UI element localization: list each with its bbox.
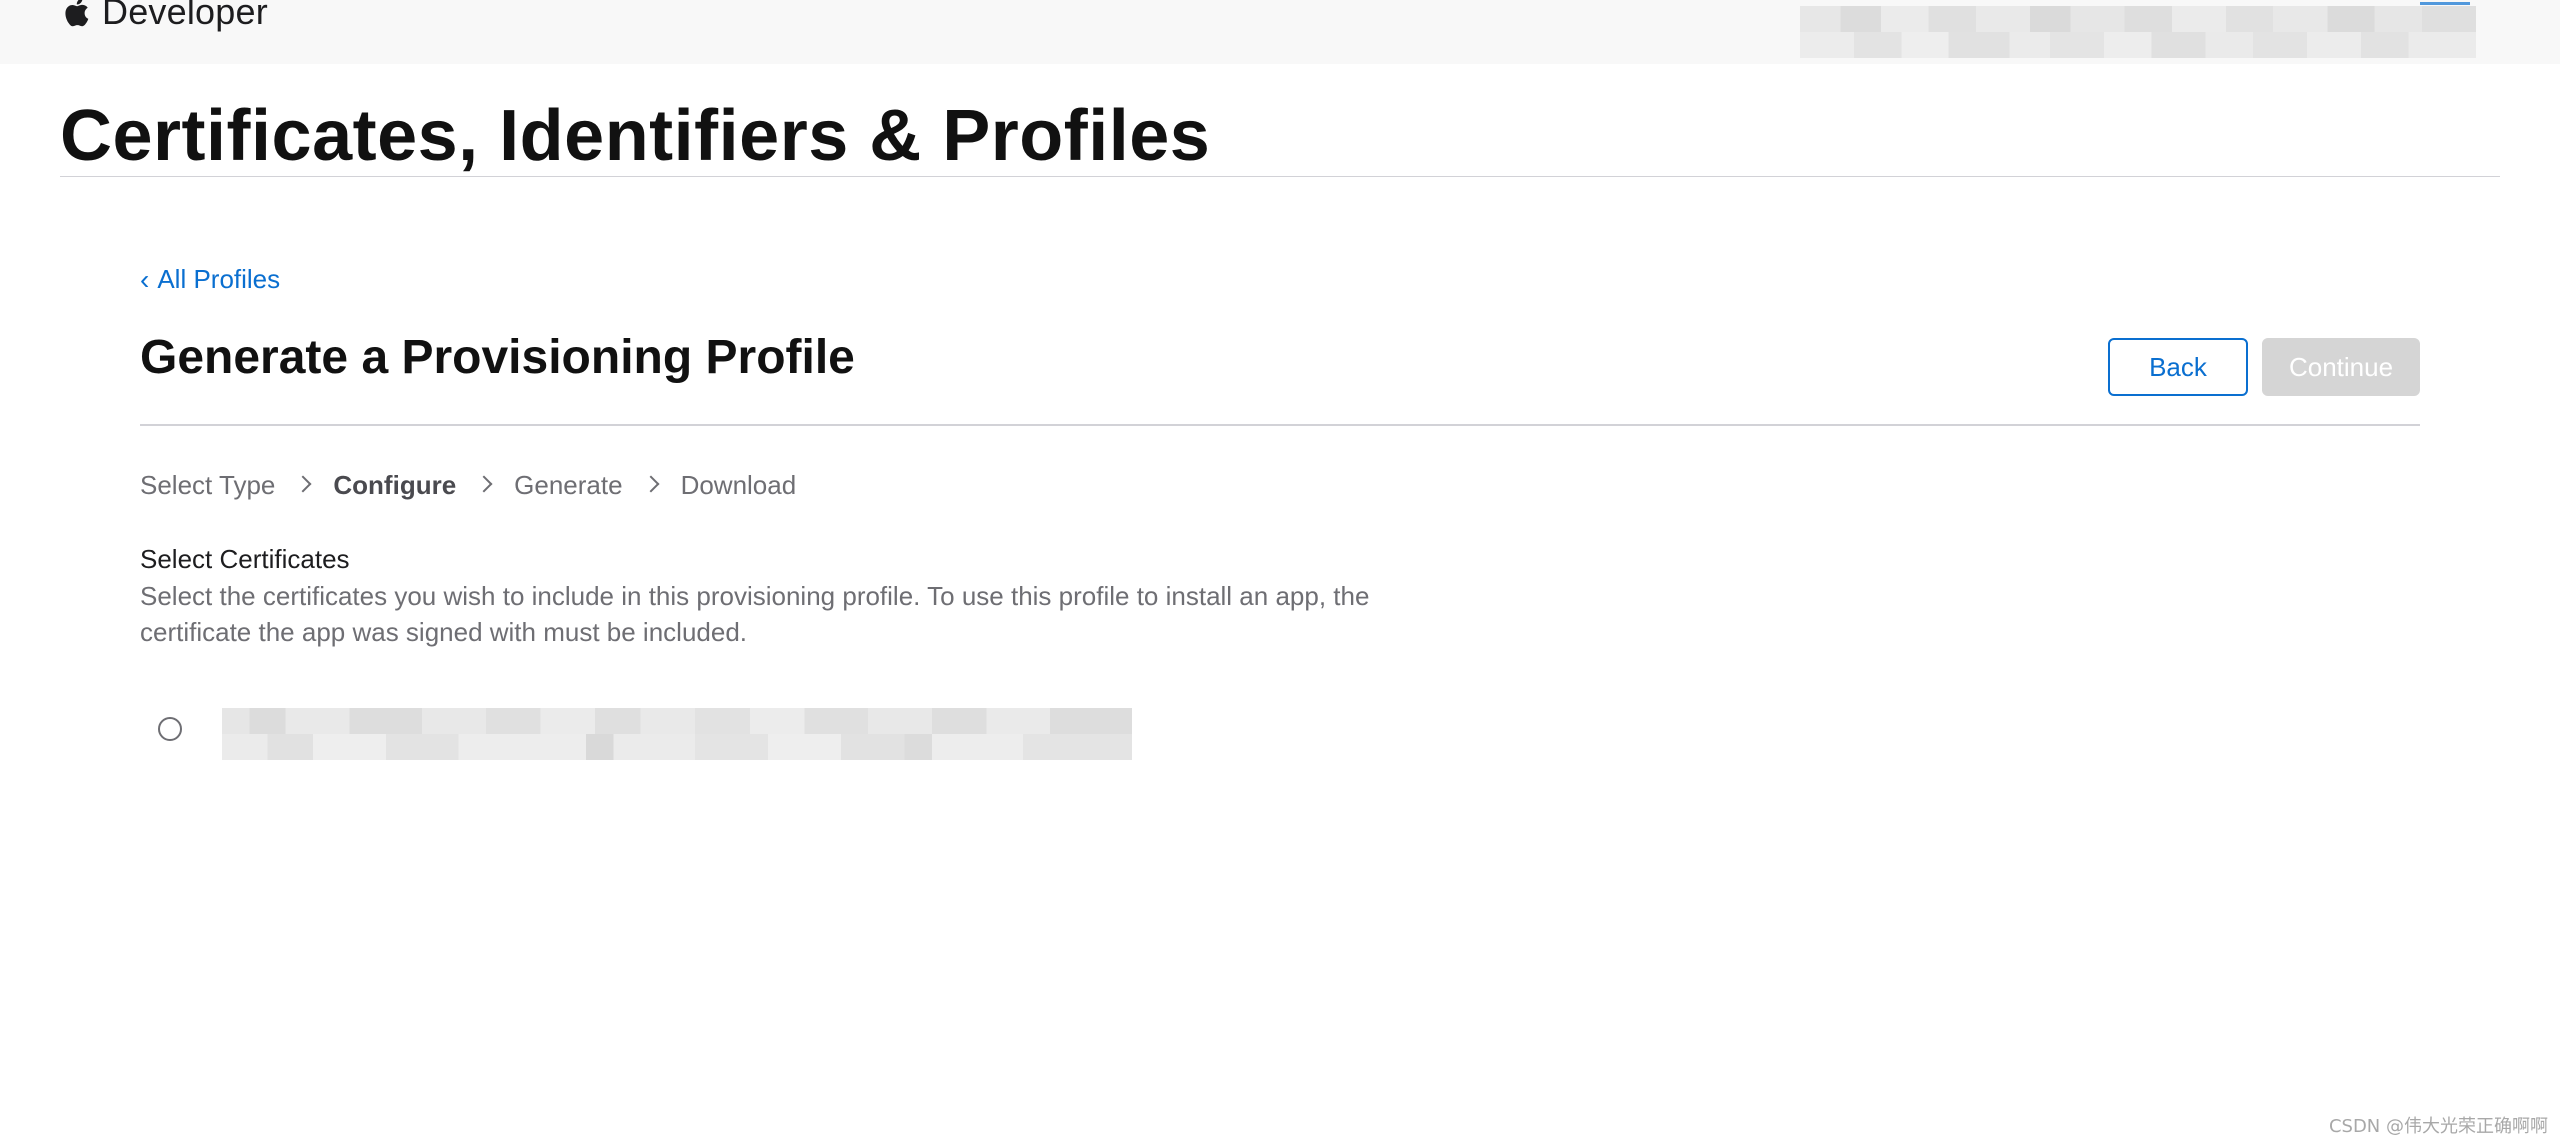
step-indicator: Select Type Configure Generate Download <box>140 470 796 501</box>
certificate-radio[interactable] <box>158 717 182 741</box>
account-link[interactable] <box>2420 0 2470 5</box>
developer-brand[interactable]: Developer <box>60 0 268 34</box>
top-navigation-bar: Developer <box>0 0 2560 64</box>
chevron-right-icon <box>475 475 493 492</box>
certificate-option[interactable] <box>140 708 1140 762</box>
back-button[interactable]: Back <box>2108 338 2248 396</box>
chevron-left-icon: ‹ <box>140 263 150 295</box>
step-select-type: Select Type <box>140 470 276 500</box>
apple-logo-icon <box>65 0 89 27</box>
step-generate: Generate <box>514 470 623 500</box>
step-download: Download <box>680 470 797 500</box>
select-certificates-label: Select Certificates <box>140 544 350 574</box>
chevron-right-icon <box>294 475 312 492</box>
divider <box>60 176 2500 177</box>
select-certificates-description: Select the certificates you wish to incl… <box>140 581 1370 647</box>
chevron-right-icon <box>642 475 660 492</box>
page-title: Certificates, Identifiers & Profiles <box>60 96 1211 176</box>
watermark: CSDN @伟大光荣正确啊啊 <box>2328 1116 2548 1137</box>
step-configure: Configure <box>333 470 457 500</box>
brand-label: Developer <box>102 0 268 32</box>
section-title: Generate a Provisioning Profile <box>140 331 855 384</box>
all-profiles-link-label: All Profiles <box>157 264 281 294</box>
certificate-name-obscured <box>222 708 1132 760</box>
divider <box>140 424 2420 426</box>
continue-button[interactable]: Continue <box>2262 338 2420 396</box>
all-profiles-link[interactable]: ‹ All Profiles <box>140 264 280 295</box>
account-info-obscured <box>1800 6 2476 58</box>
